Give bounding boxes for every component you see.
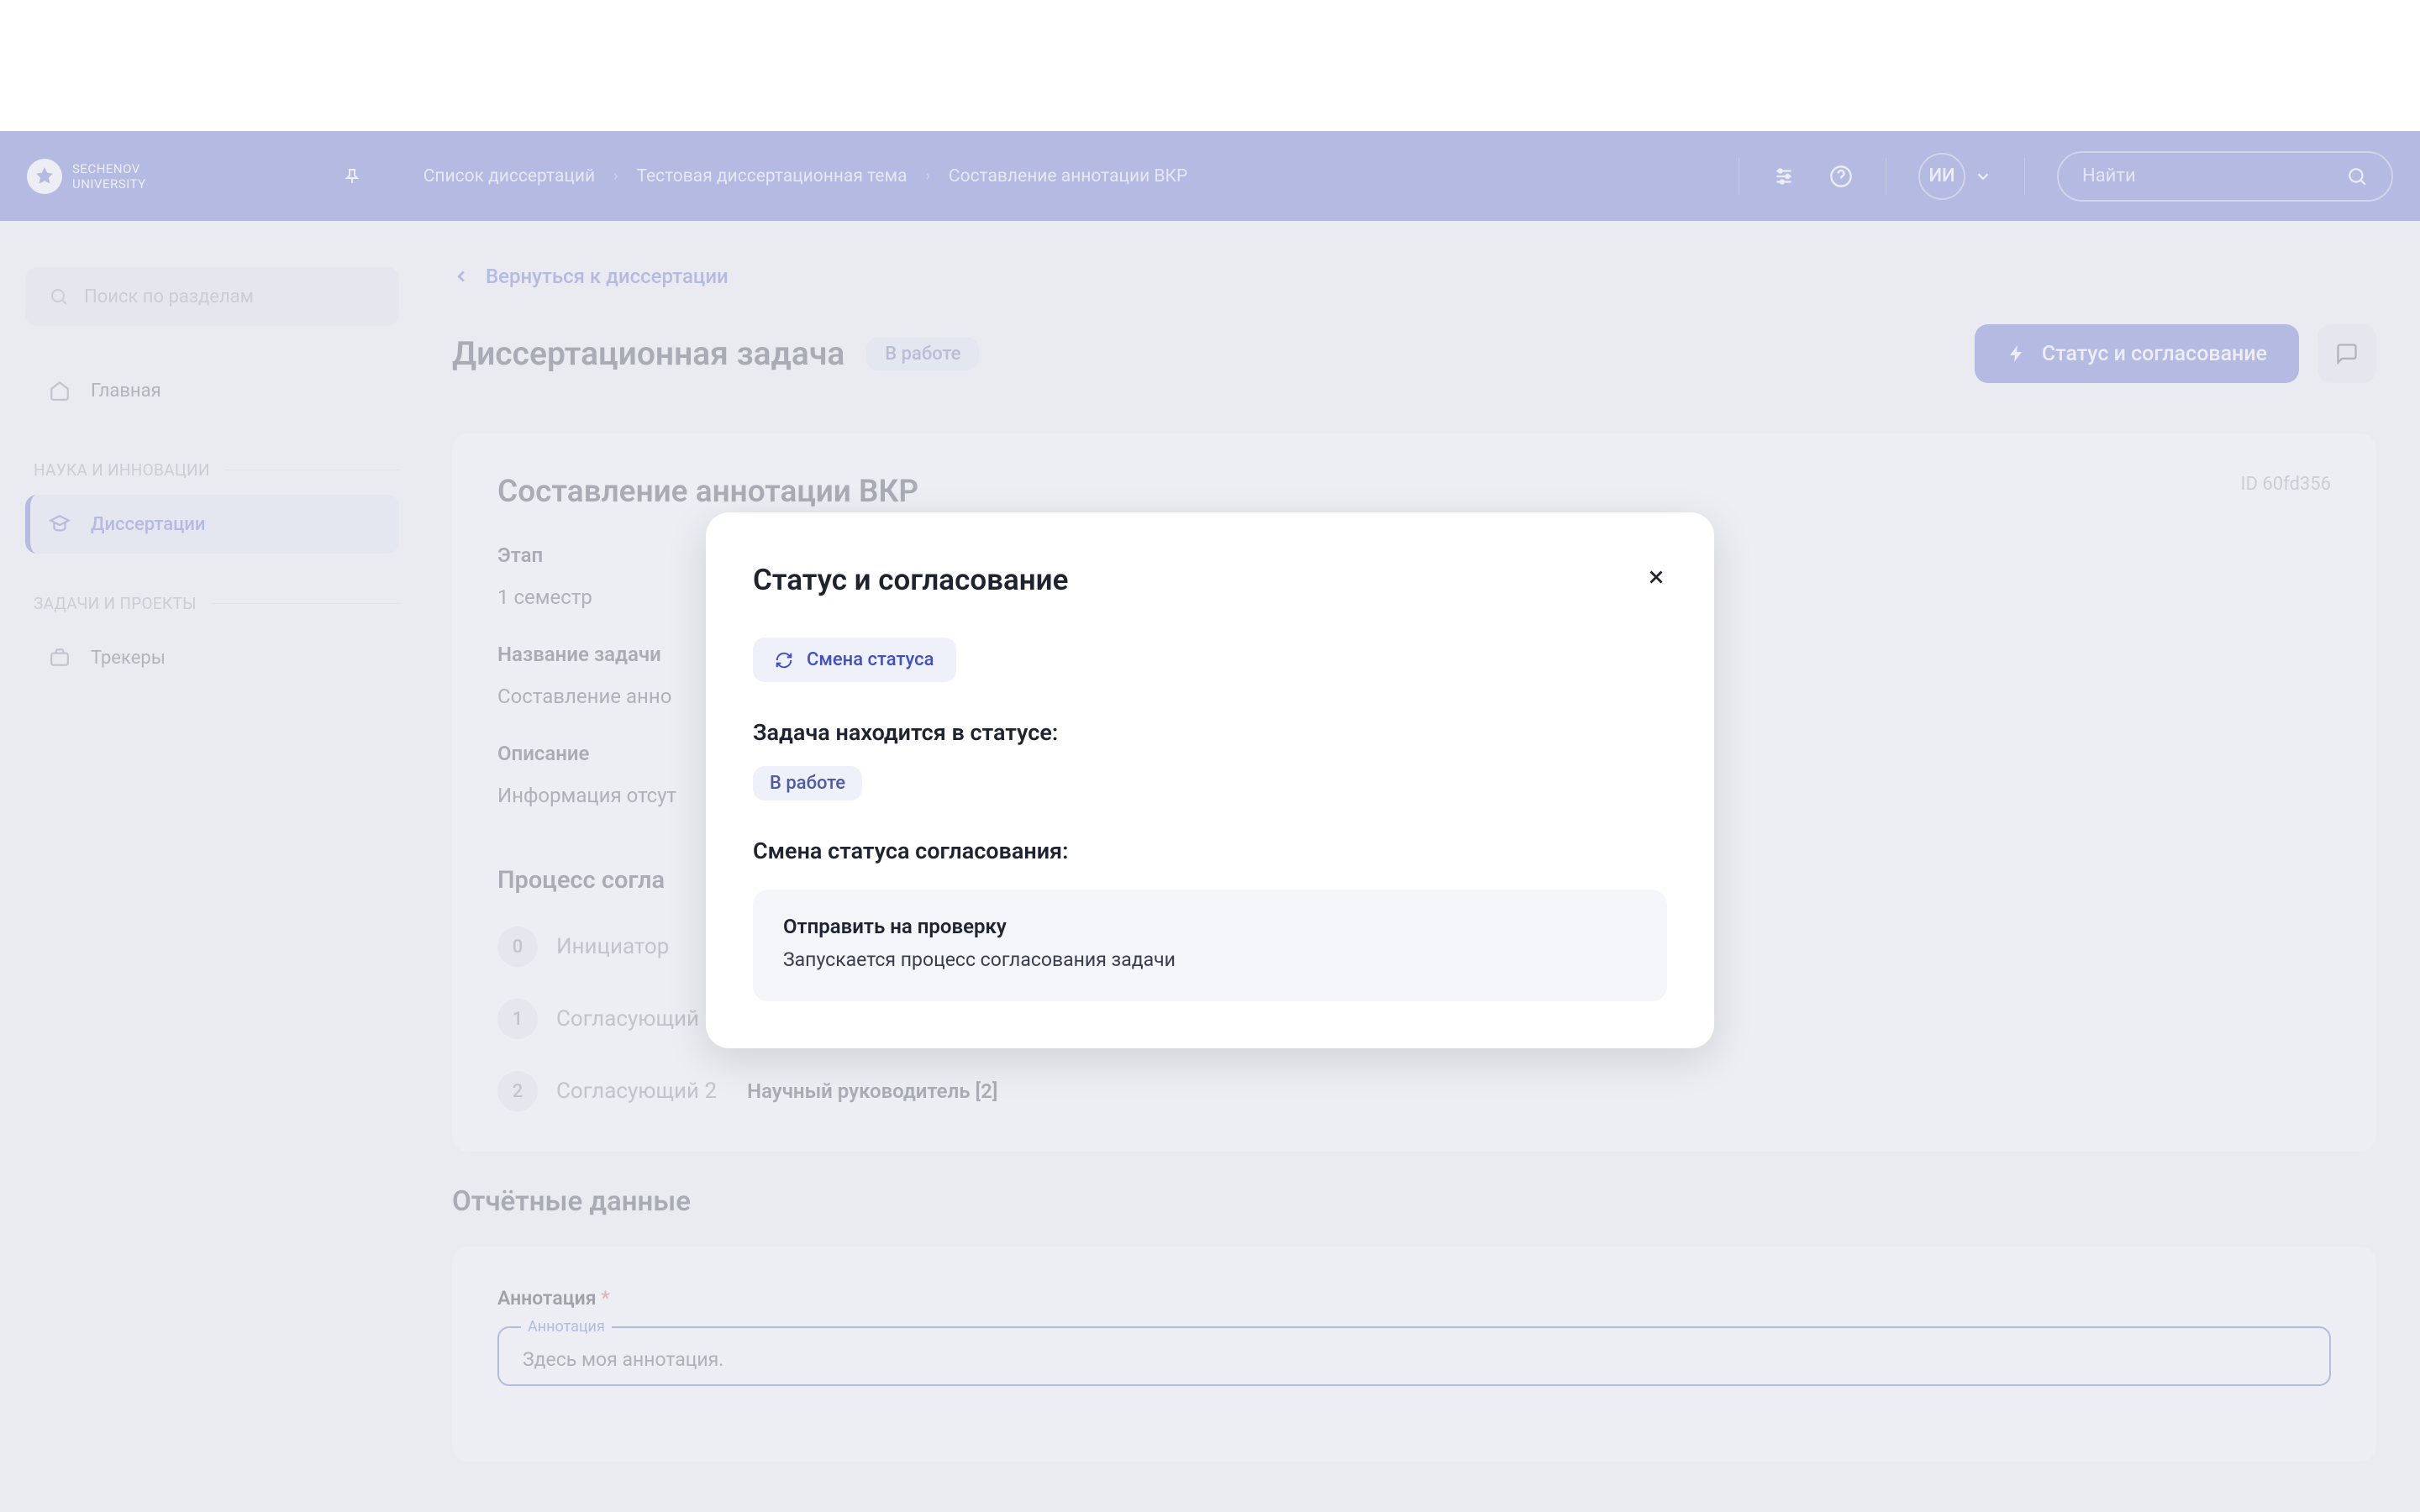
close-icon[interactable] xyxy=(1645,566,1667,594)
refresh-icon xyxy=(775,651,793,669)
status-label: Задача находится в статусе: xyxy=(753,719,1667,746)
action-desc: Запускается процесс согласования задачи xyxy=(783,948,1637,971)
change-approval-label: Смена статуса согласования: xyxy=(753,837,1667,864)
change-status-button[interactable]: Смена статуса xyxy=(753,638,956,682)
status-modal: Статус и согласование Смена статуса Зада… xyxy=(706,512,1714,1048)
submit-review-action[interactable]: Отправить на проверку Запускается процес… xyxy=(753,890,1667,1001)
status-value: В работе xyxy=(753,766,862,801)
modal-title: Статус и согласование xyxy=(753,563,1068,597)
modal-overlay[interactable]: Статус и согласование Смена статуса Зада… xyxy=(0,131,2420,1512)
action-title: Отправить на проверку xyxy=(783,915,1637,938)
